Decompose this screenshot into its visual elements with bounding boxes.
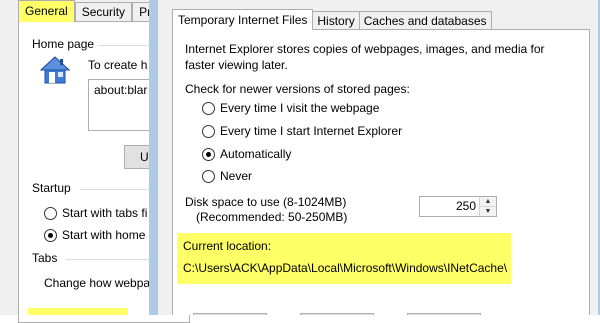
tab-history[interactable]: History: [312, 11, 360, 30]
home-page-url-value: about:blar: [94, 83, 148, 97]
temporary-files-description: Internet Explorer stores copies of webpa…: [185, 42, 545, 72]
tabs-group-label: Tabs: [32, 251, 62, 265]
automatically-label: Automatically: [220, 147, 292, 161]
never-label: Never: [220, 169, 253, 183]
internet-options-window: General Security Priva Home page To crea…: [0, 0, 190, 323]
disk-space-label: Disk space to use (8-1024MB): [185, 195, 347, 209]
tab-temporary-internet-files[interactable]: Temporary Internet Files: [172, 9, 314, 30]
home-page-house-icon: [40, 56, 70, 84]
disk-space-spinner[interactable]: 250 ▲ ▼: [419, 196, 497, 217]
home-page-instruction: To create h: [88, 58, 148, 72]
disk-space-label-block: Disk space to use (8-1024MB) (Recommende…: [185, 195, 347, 225]
startup-tabs-radio[interactable]: [44, 206, 57, 220]
startup-group-label: Startup: [32, 181, 75, 195]
home-page-group-label: Home page: [32, 37, 99, 51]
never-radio[interactable]: [202, 169, 215, 183]
check-newer-versions-label: Check for newer versions of stored pages…: [185, 82, 410, 96]
every-visit-radio[interactable]: [202, 101, 215, 115]
dialog-tabs: Temporary Internet Files History Caches …: [172, 9, 492, 30]
spin-down-icon[interactable]: ▼: [480, 206, 496, 216]
current-location-path: C:\Users\ACK\AppData\Local\Microsoft\Win…: [183, 261, 508, 275]
disk-space-value[interactable]: 250: [456, 197, 476, 216]
startup-option-tabs[interactable]: Start with tabs fi: [44, 206, 147, 220]
disk-space-recommended: (Recommended: 50-250MB): [196, 210, 348, 224]
tab-general[interactable]: General: [18, 0, 75, 22]
startup-group-divider: [80, 189, 158, 190]
startup-home-radio[interactable]: [44, 228, 57, 242]
startup-tabs-label: Start with tabs fi: [62, 206, 148, 220]
tabs-group-text: Change how webpa: [44, 276, 151, 290]
dialog-body: Temporary Internet Files History Caches …: [158, 0, 598, 315]
disk-space-spin-buttons: ▲ ▼: [479, 197, 496, 216]
automatically-radio[interactable]: [202, 147, 215, 161]
option-every-start[interactable]: Every time I start Internet Explorer: [202, 124, 402, 138]
startup-option-home[interactable]: Start with home: [44, 228, 145, 242]
website-data-settings-dialog: Temporary Internet Files History Caches …: [149, 0, 600, 315]
tab-caches-and-databases[interactable]: Caches and databases: [358, 11, 492, 30]
every-start-radio[interactable]: [202, 124, 215, 138]
tab-security[interactable]: Security: [74, 2, 133, 22]
current-location-label: Current location:: [183, 239, 272, 253]
option-every-visit[interactable]: Every time I visit the webpage: [202, 101, 379, 115]
startup-home-label: Start with home: [62, 228, 146, 242]
highlight-marker: [28, 308, 128, 315]
option-never[interactable]: Never: [202, 169, 252, 183]
option-automatically[interactable]: Automatically: [202, 147, 291, 161]
use-current-button-label: U: [140, 150, 149, 164]
every-start-label: Every time I start Internet Explorer: [220, 124, 403, 138]
tabs-group-divider: [66, 259, 158, 260]
current-location-highlight: Current location: C:\Users\ACK\AppData\L…: [177, 233, 511, 284]
temporary-files-panel: Internet Explorer stores copies of webpa…: [172, 29, 590, 315]
every-visit-label: Every time I visit the webpage: [220, 101, 380, 115]
spin-up-icon[interactable]: ▲: [480, 197, 496, 206]
